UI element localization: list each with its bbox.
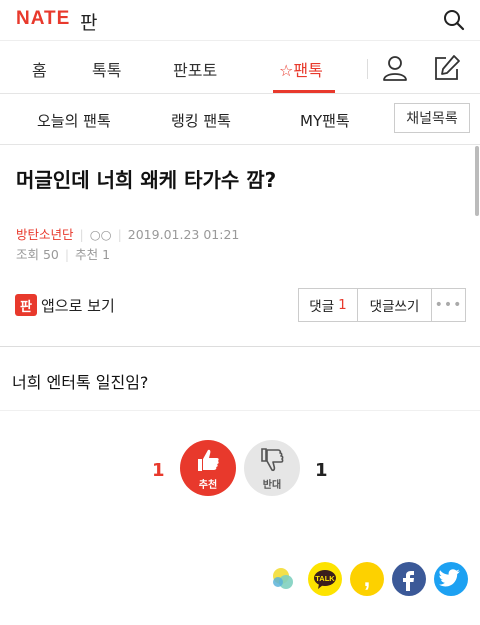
app-view-link[interactable]: 판 앱으로 보기: [15, 294, 115, 316]
nate-share-icon: [273, 568, 293, 589]
post-meta: 방탄소년단 | ○○ | 2019.01.23 01:21: [16, 224, 239, 243]
user-icon[interactable]: [381, 54, 409, 82]
nav-pann-photo[interactable]: 판포토: [173, 57, 217, 81]
comments-count: 1: [338, 297, 347, 313]
post-stats: 조회 50 | 추천 1: [16, 244, 110, 263]
nate-logo[interactable]: NATE: [16, 8, 70, 30]
oppose-count: 1: [315, 460, 328, 481]
meta-divider: |: [117, 227, 122, 242]
thumbs-down-icon: [261, 448, 284, 472]
active-tab-indicator: [273, 90, 335, 93]
app-view-label: 앱으로 보기: [41, 296, 115, 315]
recommend-button[interactable]: 추천: [180, 440, 236, 496]
recommend-label: 추천: [198, 480, 218, 491]
top-bar: NATE 판: [0, 0, 480, 41]
kakaostory-icon: ,: [364, 565, 371, 592]
search-icon[interactable]: [442, 8, 466, 32]
post-author[interactable]: 방탄소년단: [16, 227, 74, 242]
post-datetime: 2019.01.23 01:21: [127, 227, 240, 242]
nav-fantalk[interactable]: ☆팬톡: [279, 57, 323, 81]
post-views: 조회 50: [16, 247, 59, 262]
content-divider: [0, 346, 480, 347]
oppose-button[interactable]: 반대: [244, 440, 300, 496]
kakaotalk-label: TALK: [315, 574, 335, 583]
pann-title[interactable]: 판: [80, 8, 97, 35]
share-twitter-button[interactable]: [434, 562, 468, 596]
more-button[interactable]: •••: [432, 289, 465, 321]
thumbs-up-icon: [198, 449, 219, 471]
nav-toktok[interactable]: 톡톡: [92, 57, 121, 81]
body-divider: [0, 410, 480, 411]
share-facebook-button[interactable]: [392, 562, 426, 596]
scrollbar[interactable]: [475, 146, 479, 216]
facebook-icon: [403, 571, 414, 591]
write-comment-button[interactable]: 댓글쓰기: [358, 289, 432, 321]
subnav-today-fantalk[interactable]: 오늘의 팬톡: [37, 110, 111, 131]
author-mark: ○○: [89, 227, 112, 242]
comments-label: 댓글: [309, 299, 335, 315]
fantalk-subnav: 오늘의 팬톡 랭킹 팬톡 MY팬톡 채널목록: [0, 94, 480, 145]
kakaostory-label: ,: [364, 565, 371, 592]
post-action-buttons: 댓글 1 댓글쓰기 •••: [298, 288, 466, 322]
share-kakaostory-button[interactable]: ,: [350, 562, 384, 596]
pann-app-icon: 판: [15, 294, 37, 316]
main-nav: 홈 톡톡 판포토 ☆팬톡: [0, 41, 480, 94]
twitter-icon: [438, 569, 460, 587]
channel-list-button[interactable]: 채널목록: [394, 103, 470, 133]
recommend-count: 1: [152, 460, 165, 481]
oppose-label: 반대: [262, 480, 282, 491]
subnav-ranking-fantalk[interactable]: 랭킹 팬톡: [171, 110, 231, 131]
post-title: 머글인데 너희 왜케 타가수 깜?: [16, 168, 277, 192]
share-kakaotalk-button[interactable]: TALK: [308, 562, 342, 596]
post-body: 너희 엔터톡 일진임?: [12, 373, 149, 392]
post-recommends: 추천 1: [75, 247, 111, 262]
nav-home[interactable]: 홈: [32, 57, 47, 81]
comments-button[interactable]: 댓글 1: [299, 289, 358, 321]
nav-divider: [367, 59, 368, 79]
subnav-my-fantalk[interactable]: MY팬톡: [300, 110, 350, 131]
meta-divider: |: [79, 227, 84, 242]
meta-divider: |: [64, 247, 70, 262]
share-nate-button[interactable]: [266, 562, 300, 596]
write-icon[interactable]: [432, 53, 462, 83]
kakaotalk-icon: TALK: [314, 570, 336, 589]
